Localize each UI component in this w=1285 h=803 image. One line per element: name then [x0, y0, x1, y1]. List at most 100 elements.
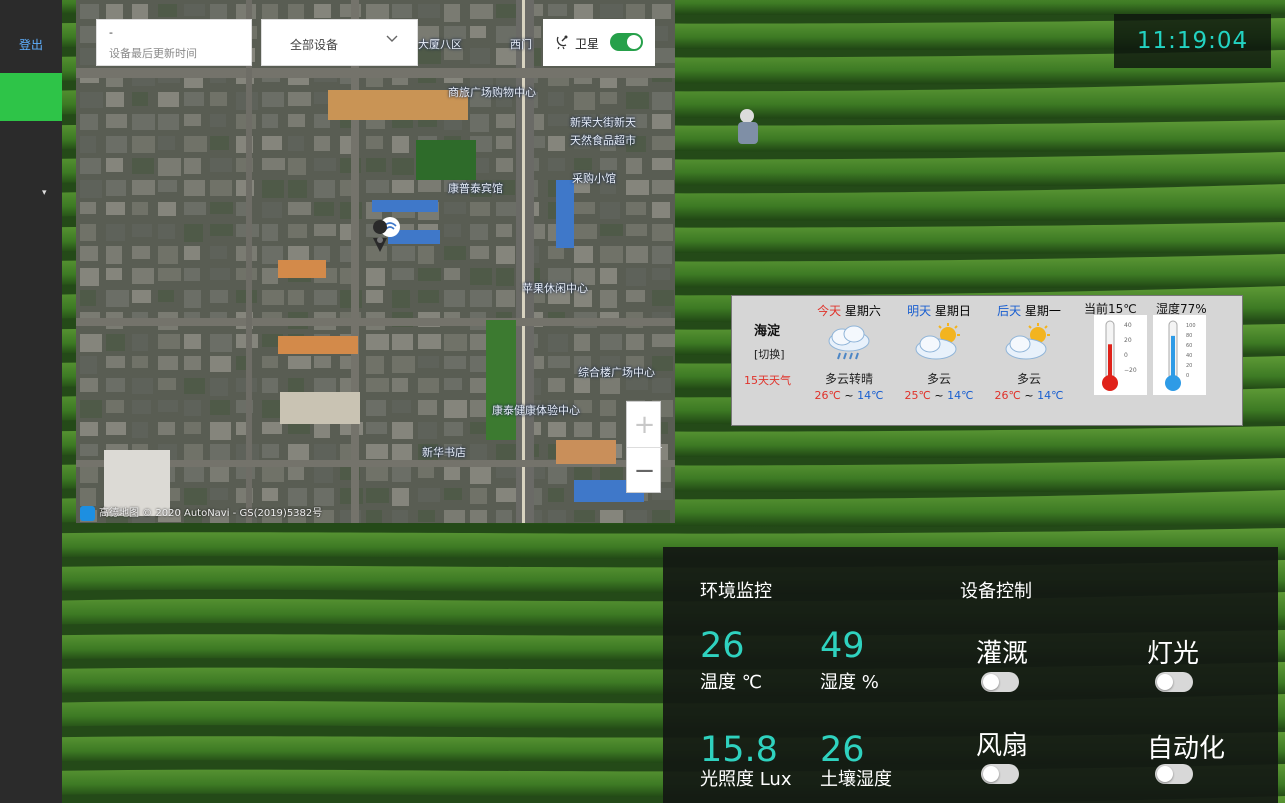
map-building: [548, 136, 565, 151]
map-building: [132, 246, 150, 259]
map-building: [626, 268, 646, 286]
map-building: [574, 92, 595, 110]
map-building: [314, 422, 330, 438]
map-building: [366, 488, 389, 503]
map-building: [184, 180, 205, 196]
temperature-thermometer: 40 20 0 −20: [1094, 315, 1147, 395]
map-building: [288, 466, 304, 480]
sidebar-active-item[interactable]: [0, 73, 62, 121]
map-building: [314, 4, 331, 18]
map-building: [652, 158, 672, 170]
map-building: [210, 202, 233, 214]
map-building: [600, 202, 620, 219]
map-building: [106, 136, 127, 153]
map-building: [366, 422, 387, 434]
map-building: [132, 158, 154, 174]
thermo-tick: 40: [1124, 322, 1132, 329]
weather-15-day-link[interactable]: 15天天气: [744, 372, 791, 388]
map-building: [418, 466, 434, 478]
automation-switch[interactable]: [1155, 764, 1193, 784]
map-building: [496, 444, 517, 461]
map-building: [470, 510, 487, 523]
map-building: [288, 92, 311, 106]
satellite-toggle[interactable]: [610, 33, 643, 51]
map-building: [444, 268, 460, 280]
map-building: [600, 378, 620, 394]
map-building: [392, 268, 414, 280]
map-building: [652, 290, 674, 306]
fan-switch[interactable]: [981, 764, 1019, 784]
map-building: [392, 400, 411, 413]
weather-switch-city-link[interactable]: [切换]: [754, 346, 785, 362]
map-building: [262, 224, 278, 241]
map-building: [184, 400, 201, 416]
map-building: [80, 246, 98, 261]
map-building: [106, 356, 125, 368]
map-building: [366, 268, 385, 286]
map-building: [80, 466, 98, 483]
map-building: [470, 378, 488, 393]
device-select-value: 全部设备: [290, 38, 339, 52]
map-building: [366, 246, 387, 261]
irrigation-switch[interactable]: [981, 672, 1019, 692]
map-building: [132, 224, 152, 237]
map-poi-label: 综合楼广场中心: [578, 366, 655, 379]
map-building: [470, 48, 490, 64]
map-building: [548, 378, 565, 392]
map-building: [210, 334, 232, 352]
map-building: [392, 180, 414, 193]
map-building: [158, 290, 174, 302]
logout-button[interactable]: 登出: [0, 36, 62, 53]
map-building: [548, 466, 567, 484]
map-building: [210, 400, 230, 415]
map-building: [184, 356, 201, 370]
map-building: [652, 334, 675, 347]
map-building: [288, 378, 304, 393]
map-building: [652, 4, 671, 19]
weather-day-today: 今天 星期六 多云转晴 26℃ ~ 14℃: [808, 302, 890, 402]
satellite-map[interactable]: 西门 大厦八区 新荣大街新天 天然食品超市 商旅广场购物中心 康普泰宾馆 采购小…: [76, 0, 675, 523]
map-building: [106, 180, 126, 196]
map-building: [392, 488, 409, 506]
map-building: [574, 224, 597, 239]
map-building: [470, 4, 493, 19]
light-control-label: 灯光: [1147, 639, 1200, 669]
map-building: [80, 136, 96, 153]
day-low: 14℃: [947, 389, 974, 402]
soil-humidity-value: 26: [820, 730, 865, 770]
map-building: [314, 246, 330, 262]
map-building: [314, 180, 335, 198]
map-building: [626, 510, 647, 523]
map-building: [652, 268, 670, 280]
day-tag: 今天: [817, 304, 842, 318]
map-building: [626, 4, 645, 19]
device-select[interactable]: 全部设备: [261, 19, 418, 66]
map-building: [184, 158, 201, 174]
map-building: [392, 378, 408, 392]
map-building: [262, 290, 284, 305]
day-weekday: 星期日: [934, 304, 971, 318]
map-building: [288, 136, 304, 151]
map-building: [80, 48, 96, 65]
switch-knob: [983, 674, 999, 690]
chevron-down-icon[interactable]: ▾: [42, 188, 47, 198]
map-building: [132, 378, 153, 394]
map-building: [158, 114, 179, 130]
switch-knob: [1157, 674, 1173, 690]
map-poi-label: 采购小馆: [572, 172, 616, 185]
map-building: [184, 114, 201, 126]
last-update-time-field[interactable]: - 设备最后更新时间: [96, 19, 252, 66]
clock-display: 11:19:04: [1114, 14, 1271, 68]
zoom-out-button[interactable]: −: [627, 448, 662, 494]
map-building: [600, 158, 617, 170]
humidity-value: 49: [820, 626, 865, 666]
light-switch[interactable]: [1155, 672, 1193, 692]
map-building: [366, 158, 386, 172]
zoom-in-button[interactable]: +: [627, 402, 662, 448]
last-update-value: -: [109, 26, 113, 39]
map-building: [80, 422, 98, 436]
temperature-label: 温度 ℃: [700, 672, 762, 693]
map-building: [444, 356, 466, 369]
map-building: [106, 202, 125, 215]
map-building: [600, 268, 617, 284]
